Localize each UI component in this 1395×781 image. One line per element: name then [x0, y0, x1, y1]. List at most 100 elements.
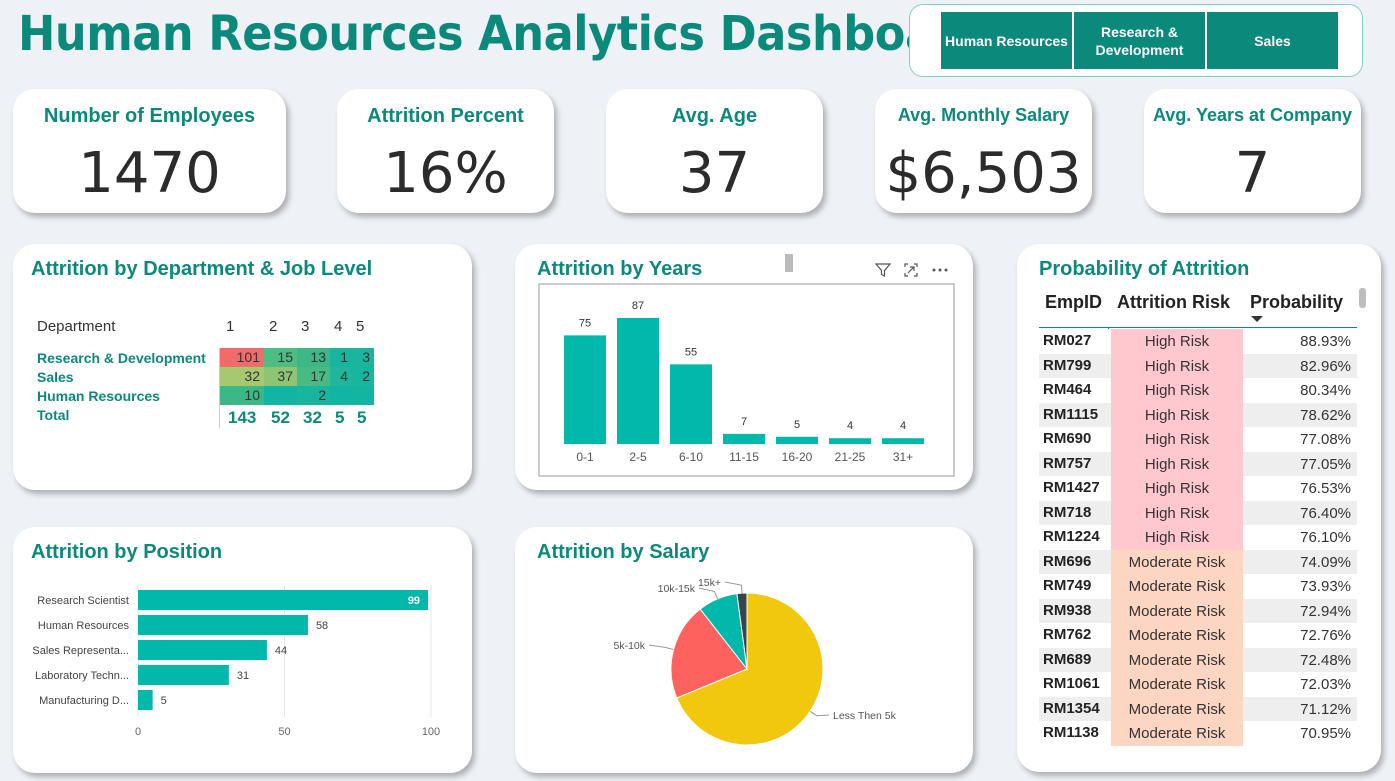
risk-cell: High Risk	[1111, 451, 1243, 476]
bar-data-label: 75	[579, 317, 591, 329]
empid-cell: RM689	[1043, 650, 1092, 668]
position-bar-chart: 0 50 100 Research Scientist 99 Human Resource…	[32, 585, 440, 738]
table-row[interactable]: RM718 High Risk 76.40%	[1039, 500, 1357, 525]
year-bar[interactable]	[776, 436, 818, 444]
risk-cell: Moderate Risk	[1111, 672, 1243, 697]
probability-cell: 72.94%	[1300, 602, 1351, 620]
risk-cell: Moderate Risk	[1111, 721, 1243, 746]
empid-cell: RM749	[1043, 577, 1092, 594]
table-row[interactable]: RM1138 Moderate Risk 70.95%	[1039, 721, 1357, 746]
year-bar[interactable]	[723, 433, 765, 444]
column-header-risk[interactable]: Attrition Risk	[1117, 292, 1230, 313]
table-row[interactable]: RM1354 Moderate Risk 71.12%	[1039, 696, 1357, 721]
table-row[interactable]: RM689 Moderate Risk 72.48%	[1039, 647, 1357, 672]
year-bar[interactable]	[617, 318, 659, 444]
pie-label: Less Then 5k	[833, 710, 897, 722]
matrix-cell	[330, 386, 352, 405]
bar-data-label: 5	[161, 695, 167, 707]
probability-cell: 74.09%	[1300, 553, 1351, 571]
years-chart-panel: Attrition by Years 75 0-1 87 2-5 55 6-10 7 11-1…	[515, 244, 973, 490]
matrix-total: 5	[357, 408, 367, 427]
matrix-cell: 17	[297, 367, 330, 386]
department-slicer: Human Resources Research & Development S…	[909, 4, 1363, 77]
empid-cell: RM718	[1043, 503, 1092, 521]
empid-cell: RM696	[1043, 552, 1092, 570]
matrix-row-label: Research & Development	[37, 350, 206, 366]
position-bar[interactable]	[138, 615, 308, 635]
table-row[interactable]: RM464 High Risk 80.34%	[1039, 378, 1357, 403]
table-row[interactable]: RM027 High Risk 88.93%	[1039, 329, 1357, 354]
matrix-cell: 37	[264, 367, 297, 386]
x-tick-label: 21-25	[835, 450, 866, 464]
y-category-label: Laboratory Techn...	[35, 670, 129, 682]
probability-cell: 72.48%	[1300, 651, 1351, 669]
table-row[interactable]: RM1224 High Risk 76.10%	[1039, 525, 1357, 550]
kpi-card-employees: Number of Employees 1470	[13, 89, 286, 213]
kpi-label: Number of Employees	[43, 105, 256, 127]
position-bar[interactable]	[138, 590, 429, 610]
table-row[interactable]: RM1115 High Risk 78.62%	[1039, 402, 1357, 427]
table-row[interactable]: RM938 Moderate Risk 72.94%	[1039, 598, 1357, 623]
probability-cell: 72.76%	[1300, 627, 1351, 644]
y-category-label: Human Resources	[38, 620, 130, 632]
table-row[interactable]: RM757 High Risk 77.05%	[1039, 451, 1357, 476]
empid-cell: RM1138	[1043, 724, 1099, 741]
kpi-label: Avg. Years at Company	[1152, 105, 1353, 125]
probability-cell: 82.96%	[1300, 357, 1351, 375]
matrix-row-header: Department	[37, 318, 116, 335]
year-bar[interactable]	[564, 335, 606, 444]
y-category-label: Sales Representa...	[32, 645, 129, 657]
table-row[interactable]: RM1061 Moderate Risk 72.03%	[1039, 672, 1357, 697]
bar-data-label: 55	[685, 346, 697, 358]
table-row[interactable]: RM749 Moderate Risk 73.93%	[1039, 574, 1357, 599]
year-bar[interactable]	[670, 364, 712, 444]
x-tick-label: 16-20	[782, 450, 813, 464]
position-chart-panel: Attrition by Position 0 50 100 Research Sci…	[13, 527, 472, 773]
x-tick-label: 0	[135, 726, 141, 738]
y-category-label: Manufacturing D...	[39, 695, 129, 707]
panel-title: Probability of Attrition	[1039, 258, 1250, 280]
matrix-cell	[352, 386, 374, 405]
matrix-row-label: Human Resources	[37, 388, 160, 404]
table-row[interactable]: RM696 Moderate Risk 74.09%	[1039, 549, 1357, 574]
empid-cell: RM1427	[1043, 479, 1100, 496]
position-bar[interactable]	[138, 640, 267, 660]
risk-cell: High Risk	[1111, 329, 1243, 354]
bar-data-label: 5	[794, 419, 800, 431]
matrix-cell: 13	[297, 348, 330, 367]
kpi-value: 7	[1234, 141, 1271, 206]
column-header-empid[interactable]: EmpID	[1045, 292, 1102, 313]
position-bar[interactable]	[138, 690, 153, 710]
table-row[interactable]: RM1427 High Risk 76.53%	[1039, 476, 1357, 501]
risk-cell: High Risk	[1111, 378, 1243, 403]
table-row[interactable]: RM690 High Risk 77.08%	[1039, 427, 1357, 452]
header-divider	[1039, 327, 1357, 328]
sort-descending-icon[interactable]	[1250, 315, 1264, 323]
probability-cell: 77.08%	[1300, 431, 1351, 448]
kpi-card-avg-salary: Avg. Monthly Salary $6,503	[875, 89, 1092, 213]
year-bar[interactable]	[829, 438, 871, 444]
year-bar[interactable]	[882, 438, 924, 444]
slicer-research-development-button[interactable]: Research & Development	[1074, 12, 1205, 69]
slicer-human-resources-button[interactable]: Human Resources	[941, 12, 1072, 69]
kpi-label: Avg. Monthly Salary	[897, 105, 1070, 125]
probability-cell: 73.93%	[1300, 578, 1351, 595]
empid-cell: RM757	[1043, 454, 1092, 472]
y-category-label: Research Scientist	[37, 595, 129, 607]
kpi-card-attrition-percent: Attrition Percent 16%	[337, 89, 554, 213]
kpi-value: $6,503	[885, 141, 1082, 206]
position-bar[interactable]	[138, 665, 229, 685]
slicer-sales-button[interactable]: Sales	[1207, 12, 1338, 69]
kpi-label: Avg. Age	[671, 105, 758, 127]
column-header-probability[interactable]: Probability	[1250, 292, 1343, 313]
department-matrix-panel: Attrition by Department & Job Level Depa…	[13, 244, 472, 490]
table-scrollbar[interactable]	[1359, 288, 1366, 308]
bar-data-label: 4	[847, 420, 853, 432]
risk-cell: Moderate Risk	[1111, 574, 1243, 599]
table-row[interactable]: RM762 Moderate Risk 72.76%	[1039, 623, 1357, 648]
table-row[interactable]: RM799 High Risk 82.96%	[1039, 353, 1357, 378]
matrix-cell: 2	[297, 386, 330, 405]
risk-cell: Moderate Risk	[1111, 598, 1243, 623]
leader-line	[809, 710, 830, 717]
x-tick-label: 50	[278, 726, 290, 738]
